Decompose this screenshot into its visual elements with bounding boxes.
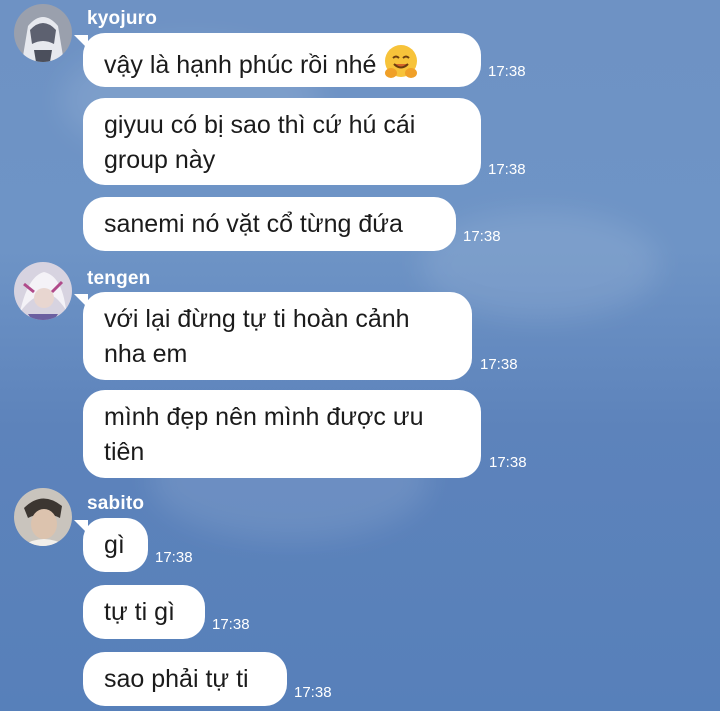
- message-bubble[interactable]: mình đẹp nên mình được ưu tiên: [83, 390, 481, 478]
- message-bubble[interactable]: sanemi nó vặt cổ từng đứa: [83, 197, 456, 251]
- message-timestamp: 17:38: [155, 549, 193, 566]
- message-text-line: nha em: [104, 340, 188, 368]
- hugging-face-emoji-icon: [382, 43, 420, 91]
- message-bubble[interactable]: với lại đừng tự ti hoàn cảnh nha em: [74, 292, 472, 380]
- message-timestamp: 17:38: [480, 356, 518, 373]
- message-bubble[interactable]: gì: [74, 518, 148, 572]
- message-bubble[interactable]: giyuu có bị sao thì cứ hú cái group này: [83, 98, 481, 185]
- message-timestamp: 17:38: [489, 454, 527, 471]
- message-bubble[interactable]: sao phải tự ti: [83, 652, 287, 706]
- message-timestamp: 17:38: [294, 684, 332, 701]
- sender-name-sabito[interactable]: sabito: [87, 493, 144, 515]
- avatar-tengen[interactable]: [14, 262, 72, 320]
- message-timestamp: 17:38: [488, 63, 526, 80]
- message-bubble[interactable]: vậy là hạnh phúc rồi nhé: [74, 33, 481, 87]
- message-text-line: với lại đừng tự ti hoàn cảnh: [104, 305, 410, 333]
- message-text-line: mình đẹp nên mình được ưu: [104, 403, 424, 431]
- message-text-line: tiên: [104, 438, 145, 466]
- message-timestamp: 17:38: [212, 616, 250, 633]
- message-timestamp: 17:38: [488, 161, 526, 178]
- message-text: vậy là hạnh phúc rồi nhé: [104, 51, 377, 79]
- message-bubble[interactable]: tự ti gì: [83, 585, 205, 639]
- message-text: sanemi nó vặt cổ từng đứa: [104, 210, 403, 238]
- message-text: sao phải tự ti: [104, 665, 249, 693]
- avatar-kyojuro[interactable]: [14, 4, 72, 62]
- avatar-sabito[interactable]: [14, 488, 72, 546]
- message-timestamp: 17:38: [463, 228, 501, 245]
- message-text: gì: [104, 531, 125, 559]
- message-text: tự ti gì: [104, 598, 175, 626]
- message-text-line: group này: [104, 146, 216, 174]
- sender-name-tengen[interactable]: tengen: [87, 268, 150, 290]
- message-text-line: giyuu có bị sao thì cứ hú cái: [104, 111, 416, 139]
- sender-name-kyojuro[interactable]: kyojuro: [87, 8, 157, 30]
